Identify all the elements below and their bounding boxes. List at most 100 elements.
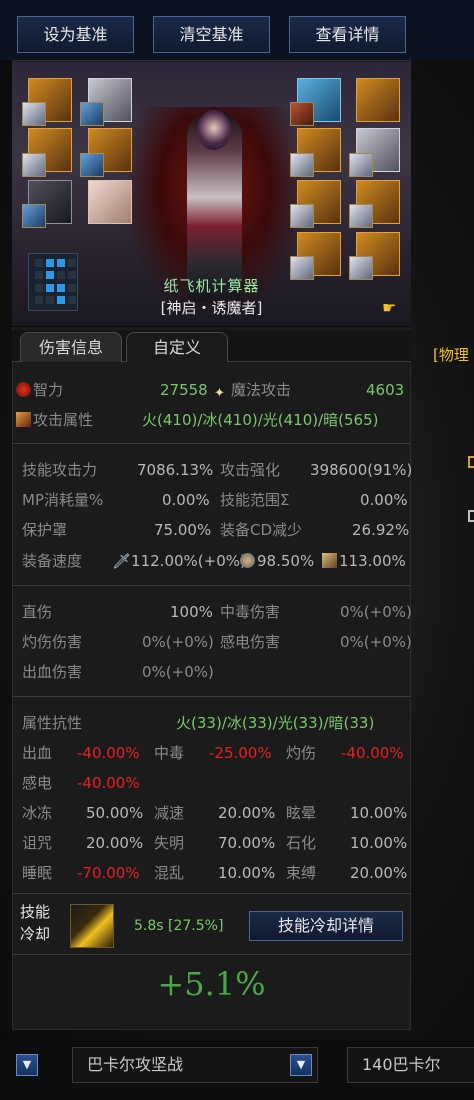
resist-title: 属性抗性 <box>22 714 83 732</box>
level-select[interactable]: 140巴卡尔 <box>347 1047 474 1083</box>
dungeon-select-value: 巴卡尔攻坚战 <box>87 1055 184 1074</box>
resist-elem-value: 火(33)/冰(33)/光(33)/暗(33) <box>176 714 375 732</box>
elem-value: 火(410)/冰(410)/光(410)/暗(565) <box>142 411 379 429</box>
speed-atk-value: 112.00%(+0%) <box>131 552 246 570</box>
speed-cast-row: 98.50% <box>240 549 314 573</box>
elem-label: 攻击属性 <box>33 411 94 429</box>
shield-value: 75.00% <box>154 521 212 539</box>
resist-label: 失明 <box>154 834 185 852</box>
shock-value: 0%(+0%) <box>340 633 412 651</box>
level-select-value: 140巴卡尔 <box>362 1055 441 1074</box>
dungeon-select[interactable]: 巴卡尔攻坚战 <box>72 1047 318 1083</box>
resist-value: 20.00% <box>86 834 144 852</box>
mini-icon <box>290 204 314 228</box>
burn-label: 灼伤伤害 <box>22 633 83 651</box>
matk-row: ✦ 魔法攻击 <box>214 378 291 402</box>
chevron-down-icon[interactable]: ▼ <box>16 1054 38 1076</box>
resist-value: 20.00% <box>218 804 276 822</box>
character-class: [神启・诱魔者] <box>160 299 263 317</box>
speed-label: 装备速度 <box>22 552 83 570</box>
matk-value: 4603 <box>366 381 405 399</box>
resist-label: 束缚 <box>286 864 317 882</box>
int-row: 智力 <box>16 378 63 402</box>
side-text: [物理 <box>433 346 469 364</box>
poison-value: 0%(+0%) <box>340 603 412 621</box>
resist-label: 中毒 <box>154 744 185 762</box>
set-baseline-button[interactable]: 设为基准 <box>17 16 134 53</box>
mini-icon <box>22 153 46 177</box>
mp-label: MP消耗量% <box>22 491 104 509</box>
clear-baseline-button[interactable]: 清空基准 <box>153 16 270 53</box>
bleed-label: 出血伤害 <box>22 663 83 681</box>
resist-label: 减速 <box>154 804 185 822</box>
resist-value: 10.00% <box>218 864 276 882</box>
sparkle-icon: ✦ <box>214 386 225 401</box>
shield-label: 保护罩 <box>22 521 68 539</box>
elem-row: 攻击属性 <box>16 408 93 432</box>
resist-label: 混乱 <box>154 864 185 882</box>
skill-atk-label: 技能攻击力 <box>22 461 98 479</box>
cd-label: 装备CD减少 <box>220 521 303 539</box>
resist-value: 70.00% <box>218 834 276 852</box>
cooldown-label-line1: 技能 <box>20 903 51 921</box>
resist-value: 10.00% <box>350 804 408 822</box>
mp-value: 0.00% <box>162 491 210 509</box>
resist-label: 冰冻 <box>22 804 53 822</box>
element-icon <box>16 412 31 427</box>
top-toolbar: 设为基准 清空基准 查看详情 <box>0 0 474 60</box>
sword-icon: 🗡 <box>112 552 132 570</box>
tab-custom[interactable]: 自定义 <box>126 332 228 362</box>
divider <box>12 696 411 697</box>
resist-value: -40.00% <box>341 744 404 762</box>
resist-value: 20.00% <box>350 864 408 882</box>
speed-move-value: 113.00% <box>339 552 406 570</box>
tab-bar: 伤害信息 自定义 <box>12 330 411 362</box>
resist-value: -40.00% <box>77 744 140 762</box>
range-label: 技能范围Σ <box>220 491 290 509</box>
bleed-value: 0%(+0%) <box>142 663 214 681</box>
resist-label: 石化 <box>286 834 317 852</box>
speed-atk-row: 🗡112.00%(+0%) <box>112 549 246 573</box>
resist-value: -40.00% <box>77 774 140 792</box>
side-mark <box>468 456 474 468</box>
chevron-down-icon[interactable]: ▼ <box>290 1054 312 1076</box>
tab-damage-info[interactable]: 伤害信息 <box>20 332 122 362</box>
resist-label: 眩晕 <box>286 804 317 822</box>
mini-icon <box>22 102 46 126</box>
atk-boost-label: 攻击强化 <box>220 461 281 479</box>
speed-cast-value: 98.50% <box>257 552 315 570</box>
skill-atk-value: 7086.13% <box>137 461 214 479</box>
shock-label: 感电伤害 <box>220 633 281 651</box>
equip-slot-necklace[interactable] <box>356 78 400 122</box>
mini-icon <box>349 153 373 177</box>
cooldown-details-button[interactable]: 技能冷却详情 <box>249 911 403 941</box>
divider <box>12 954 411 955</box>
mini-icon <box>80 102 104 126</box>
resist-value: -25.00% <box>209 744 272 762</box>
direct-label: 直伤 <box>22 603 53 621</box>
resist-value: 10.00% <box>350 834 408 852</box>
resist-label: 感电 <box>22 774 53 792</box>
character-head <box>197 110 231 150</box>
poison-label: 中毒伤害 <box>220 603 281 621</box>
range-value: 0.00% <box>360 491 408 509</box>
speed-move-row: 113.00% <box>322 549 406 573</box>
side-mark <box>468 510 474 522</box>
int-value: 27558 <box>160 381 208 399</box>
resist-label: 睡眠 <box>22 864 53 882</box>
divider <box>12 893 411 894</box>
atk-boost-value: 398600(91%) <box>310 461 413 479</box>
cooldown-value: 5.8s [27.5%] <box>134 918 224 934</box>
cooldown-skill-icon <box>70 904 114 948</box>
pointer-hand-icon[interactable]: ☛ <box>382 298 396 317</box>
matk-label: 魔法攻击 <box>231 381 292 399</box>
equip-slot-creature[interactable] <box>88 180 132 224</box>
mini-icon <box>22 204 46 228</box>
view-details-button[interactable]: 查看详情 <box>289 16 406 53</box>
mini-icon <box>349 204 373 228</box>
burn-value: 0%(+0%) <box>142 633 214 651</box>
mini-icon <box>290 102 314 126</box>
resist-label: 灼伤 <box>286 744 317 762</box>
divider <box>12 443 411 444</box>
cast-speed-icon <box>240 553 255 568</box>
